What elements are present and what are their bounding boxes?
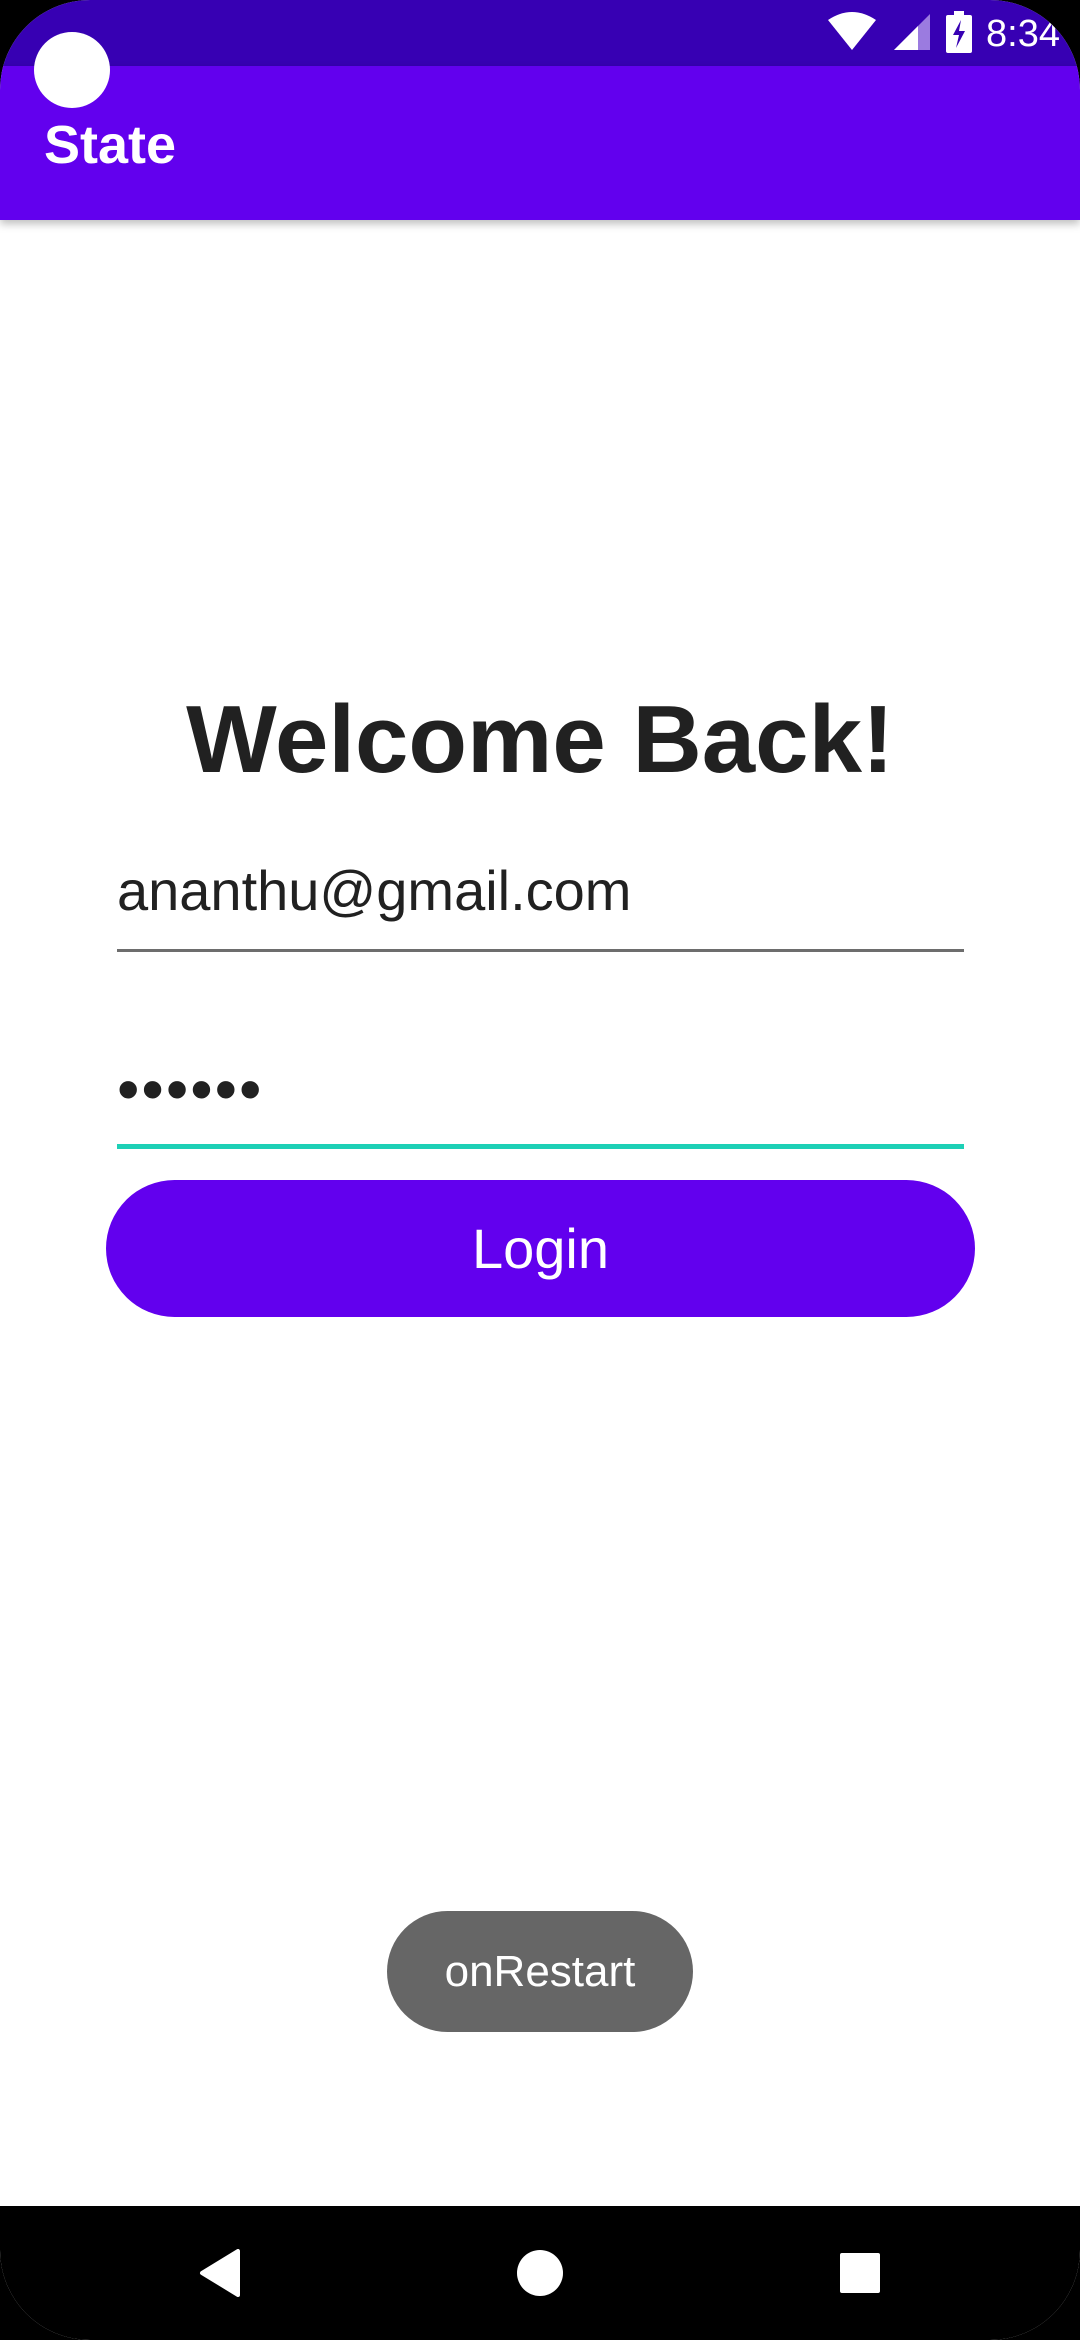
app-bar: State (0, 66, 1080, 220)
email-field[interactable]: ananthu@gmail.com (117, 845, 964, 952)
toast-message: onRestart (387, 1911, 693, 2032)
camera-cutout (34, 32, 110, 108)
status-time: 8:34 (986, 12, 1060, 55)
back-button[interactable] (175, 2230, 265, 2320)
app-title: State (44, 115, 177, 175)
back-icon (198, 2248, 242, 2302)
signal-icon (892, 12, 932, 57)
battery-charging-icon (946, 10, 973, 58)
login-button[interactable]: Login (106, 1180, 975, 1317)
status-icons: 8:34 (826, 6, 1060, 62)
recents-button[interactable] (815, 2230, 905, 2320)
home-button[interactable] (495, 2230, 585, 2320)
home-icon (516, 2249, 564, 2302)
navigation-bar (0, 2206, 1080, 2340)
password-value: •••••• (117, 1053, 264, 1125)
welcome-heading: Welcome Back! (186, 686, 894, 793)
wifi-icon (826, 11, 878, 57)
recents-icon (839, 2252, 881, 2299)
status-bar: 8:34 (0, 0, 1080, 66)
password-field[interactable]: •••••• (117, 1040, 964, 1149)
email-value: ananthu@gmail.com (117, 859, 632, 922)
screen: 8:34 State Welcome Back! ananthu@gmail.c… (0, 0, 1080, 2340)
